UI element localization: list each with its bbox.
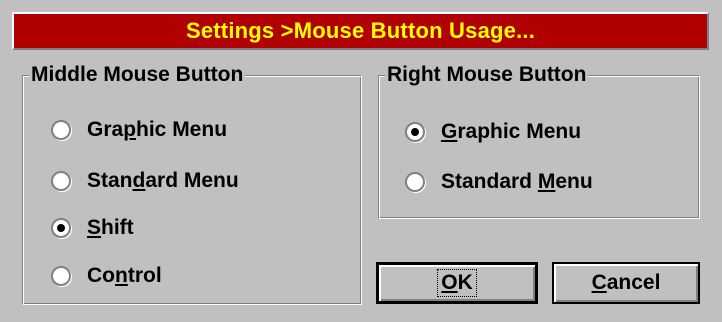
option-label: Graphic Menu — [441, 120, 582, 143]
radio-icon[interactable] — [51, 120, 71, 140]
ok-button-label: OK — [437, 269, 477, 297]
cancel-button-label: Cancel — [591, 271, 661, 294]
dialog-window: Settings >Mouse Button Usage... Middle M… — [0, 0, 722, 322]
middle-option-shift[interactable]: Shift — [51, 214, 134, 242]
option-label: Graphic Menu — [87, 118, 228, 141]
right-option-standard-menu[interactable]: Standard Menu — [405, 168, 593, 196]
dialog-title-bar: Settings >Mouse Button Usage... — [12, 12, 709, 50]
radio-icon[interactable] — [405, 122, 425, 142]
right-mouse-button-legend: Right Mouse Button — [385, 62, 589, 88]
radio-icon[interactable] — [405, 172, 425, 192]
option-label: Standard Menu — [441, 170, 593, 193]
radio-icon[interactable] — [51, 218, 71, 238]
option-label: Standard Menu — [87, 169, 239, 192]
ok-button[interactable]: OK — [376, 262, 538, 304]
middle-option-control[interactable]: Control — [51, 262, 162, 290]
middle-mouse-button-legend: Middle Mouse Button — [29, 62, 246, 88]
cancel-button[interactable]: Cancel — [552, 262, 700, 304]
middle-mouse-button-group: Middle Mouse Button Graphic Menu Standar… — [22, 62, 362, 305]
right-mouse-button-group: Right Mouse Button Graphic Menu Standard… — [378, 62, 700, 219]
middle-option-graphic-menu[interactable]: Graphic Menu — [51, 116, 227, 144]
dialog-title: Settings >Mouse Button Usage... — [185, 18, 536, 43]
radio-icon[interactable] — [51, 171, 71, 191]
middle-option-standard-menu[interactable]: Standard Menu — [51, 167, 239, 195]
option-label: Shift — [87, 216, 134, 239]
radio-icon[interactable] — [51, 266, 71, 286]
right-option-graphic-menu[interactable]: Graphic Menu — [405, 118, 581, 146]
option-label: Control — [87, 264, 162, 287]
